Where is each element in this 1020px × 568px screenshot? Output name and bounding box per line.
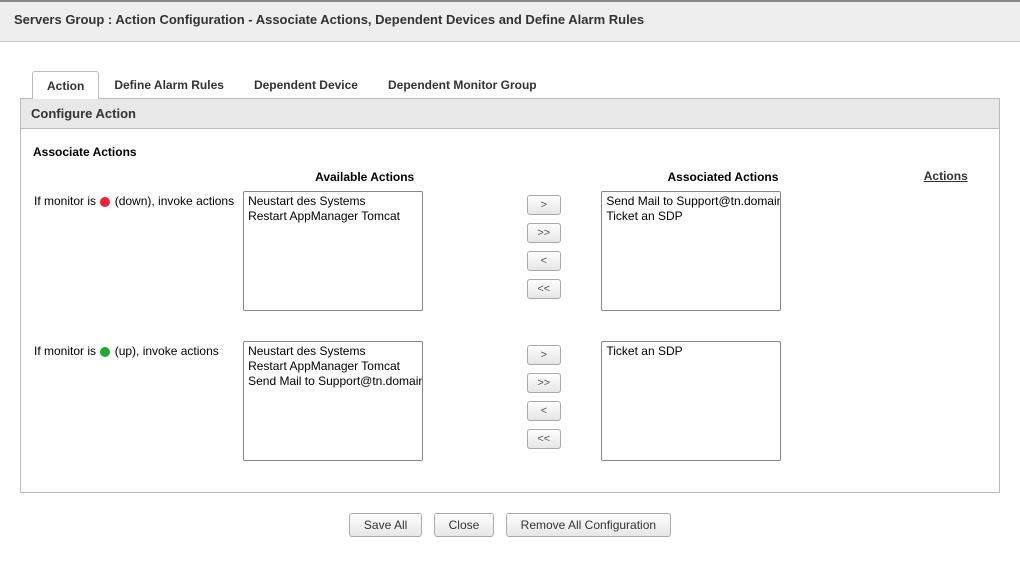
page-title: Servers Group : Action Configuration - A… <box>0 0 1020 42</box>
tab-dependent-monitor-group[interactable]: Dependent Monitor Group <box>373 70 552 98</box>
associated-actions-header: Associated Actions <box>600 169 845 190</box>
list-item[interactable]: Restart AppManager Tomcat <box>246 209 420 224</box>
actions-link[interactable]: Actions <box>924 169 968 183</box>
list-item[interactable]: Restart AppManager Tomcat <box>246 359 420 374</box>
configure-action-panel: Configure Action Associate Actions Avail… <box>20 99 1000 493</box>
tab-define-alarm-rules[interactable]: Define Alarm Rules <box>99 70 239 98</box>
up-add-button[interactable]: > <box>527 345 561 365</box>
list-item[interactable]: Send Mail to Support@tn.domain <box>246 374 420 389</box>
tab-dependent-device[interactable]: Dependent Device <box>239 70 373 98</box>
footer-buttons: Save All Close Remove All Configuration <box>20 503 1000 537</box>
panel-header: Configure Action <box>21 99 999 129</box>
up-remove-all-button[interactable]: << <box>527 429 561 449</box>
close-button[interactable]: Close <box>434 513 495 537</box>
condition-down-label: If monitor is (down), invoke actions <box>33 190 242 312</box>
save-all-button[interactable]: Save All <box>349 513 422 537</box>
down-remove-all-button[interactable]: << <box>527 279 561 299</box>
list-item[interactable]: Neustart des Systems <box>246 194 420 209</box>
remove-all-config-button[interactable]: Remove All Configuration <box>506 513 671 537</box>
available-actions-header: Available Actions <box>242 169 487 190</box>
down-add-button[interactable]: > <box>527 195 561 215</box>
tab-action[interactable]: Action <box>32 71 99 99</box>
down-associated-list[interactable]: Send Mail to Support@tn.domainTicket an … <box>601 191 781 311</box>
list-item[interactable]: Ticket an SDP <box>604 209 778 224</box>
tab-row: Action Define Alarm Rules Dependent Devi… <box>20 70 1000 99</box>
up-remove-button[interactable]: < <box>527 401 561 421</box>
list-item[interactable]: Send Mail to Support@tn.domain <box>604 194 778 209</box>
associate-actions-heading: Associate Actions <box>33 145 987 159</box>
up-add-all-button[interactable]: >> <box>527 373 561 393</box>
status-up-icon <box>100 347 110 357</box>
status-down-icon <box>100 197 110 207</box>
down-remove-button[interactable]: < <box>527 251 561 271</box>
down-add-all-button[interactable]: >> <box>527 223 561 243</box>
up-associated-list[interactable]: Ticket an SDP <box>601 341 781 461</box>
condition-up-label: If monitor is (up), invoke actions <box>33 340 242 462</box>
down-available-list[interactable]: Neustart des SystemsRestart AppManager T… <box>243 191 423 311</box>
list-item[interactable]: Ticket an SDP <box>604 344 778 359</box>
up-available-list[interactable]: Neustart des SystemsRestart AppManager T… <box>243 341 423 461</box>
list-item[interactable]: Neustart des Systems <box>246 344 420 359</box>
